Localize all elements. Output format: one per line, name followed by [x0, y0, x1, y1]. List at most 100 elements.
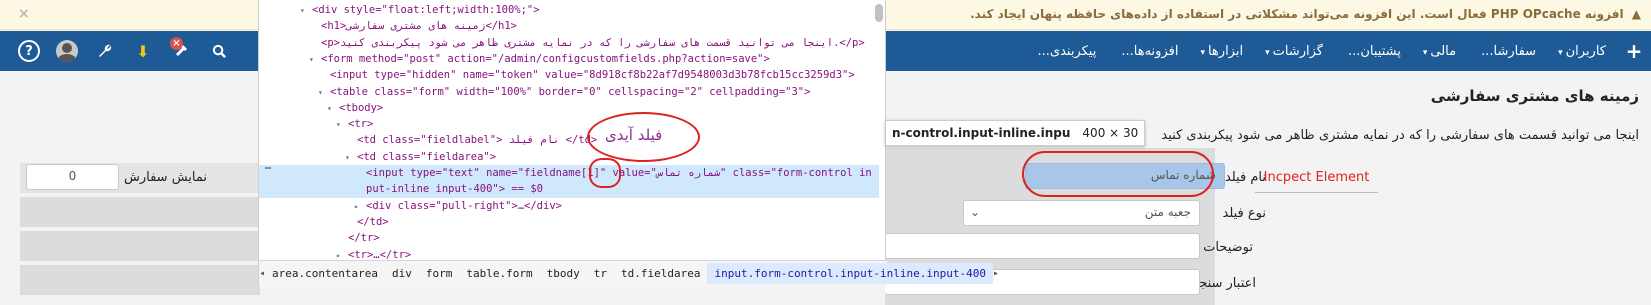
annotation-fieldid-label: فیلد آیدی — [605, 126, 663, 144]
expand-arrow-icon[interactable]: ▾ — [336, 116, 348, 133]
breadcrumb-right-arrow-icon[interactable]: ▸ — [993, 268, 999, 279]
wrench-icon — [99, 44, 112, 57]
dom-line-text: </td> — [357, 215, 389, 228]
dom-tree-line[interactable]: <input type="text" name="fieldname[1]" v… — [259, 165, 879, 182]
warning-text: افزونه PHP OPcache فعال است. این افزونه … — [970, 7, 1624, 21]
dom-tree-line[interactable]: ▾ <table class="form" width="100%" border… — [259, 84, 879, 101]
error-badge-icon: × — [170, 37, 183, 50]
dom-tree-line[interactable]: ▾ <tr> — [259, 116, 879, 133]
nav-item-label: پشتیبان... — [1347, 43, 1401, 59]
field-type-label: نوع فیلد — [1222, 206, 1267, 221]
field-type-value: جعبه متن — [1144, 205, 1191, 219]
chevron-down-icon: ⌄ — [970, 205, 981, 219]
search-button[interactable] — [200, 31, 238, 71]
dom-tree-line[interactable]: put-inline input-400"> == $0 — [259, 181, 879, 199]
nav-item-reports[interactable]: گزارشات▾ — [1254, 44, 1334, 59]
expand-arrow-icon[interactable]: ▾ — [309, 51, 321, 68]
dom-tree-line[interactable]: ▾ <tbody> — [259, 100, 879, 117]
dom-line-text: <div style="float:left;width:100%;"> — [312, 4, 540, 16]
caret-down-icon: ▾ — [1200, 47, 1205, 58]
help-icon: ? — [18, 40, 40, 62]
field-type-select[interactable]: ⌄ جعبه متن — [963, 200, 1200, 226]
nav-item-support[interactable]: پشتیبان... — [1334, 44, 1412, 59]
dom-tree-line[interactable]: <p>اینجا می توانید قسمت های سفارشی را که… — [259, 35, 879, 52]
caret-down-icon: ▾ — [1265, 47, 1270, 58]
tools-button[interactable]: × — [162, 31, 200, 71]
dom-tree-line[interactable]: <input type="hidden" name="token" value=… — [259, 67, 879, 84]
breadcrumb-item[interactable]: form — [419, 267, 460, 280]
close-warning-icon[interactable]: × — [18, 6, 30, 22]
dom-line-text: <td class="fieldlabel"> نام فیلد </td> — [357, 134, 598, 147]
nav-item-clients[interactable]: کاربران▾ — [1547, 44, 1617, 59]
dom-line-text: <div class="pull-right">…</div> — [366, 199, 562, 212]
expand-arrow-icon[interactable]: ▾ — [327, 100, 339, 117]
breadcrumb-item-current[interactable]: input.form-control.input-inline.input-40… — [707, 263, 993, 284]
avatar-button[interactable] — [48, 31, 86, 71]
dom-tree-line[interactable]: ▾ <div style="float:left;width:100%;"> — [259, 2, 879, 19]
search-icon — [212, 44, 226, 58]
wrench-button[interactable] — [86, 31, 124, 71]
warning-message: ▲ افزونه PHP OPcache فعال است. این افزون… — [970, 7, 1641, 21]
page-description: اینجا می توانید قسمت های سفارشی را که در… — [1161, 128, 1639, 143]
dom-tree-line[interactable]: ▸ <div class="pull-right">…</div> — [259, 198, 879, 215]
tooltip-size: 400 × 30 — [1082, 126, 1139, 140]
dom-tree-line[interactable]: </td> — [259, 214, 879, 231]
nav-item-label: پیکربندی... — [1037, 43, 1097, 59]
nav-item-setup[interactable]: پیکربندی... — [1024, 44, 1108, 59]
nav-item-utilities[interactable]: ابزارها▾ — [1189, 44, 1254, 59]
dom-tree-line[interactable]: ▾ <td class="fieldarea"> — [259, 149, 879, 166]
help-button[interactable]: ? — [10, 31, 48, 71]
nav-menu: + کاربران▾ سفارشا... مالی▾ پشتیبان... گز… — [1024, 31, 1651, 71]
dom-line-text: <tr>…</tr> — [348, 248, 412, 261]
nav-item-label: گزارشات — [1272, 43, 1323, 59]
inspect-element-tab[interactable]: Incpect Element — [1255, 163, 1378, 193]
annotation-circle-input — [1022, 151, 1214, 197]
dom-line-text: <tr> — [348, 118, 374, 131]
dom-tree-line[interactable]: <h1>زمینه های مشتری سفارشی</h1> — [259, 18, 879, 35]
caret-down-icon: ▾ — [1558, 47, 1563, 58]
selected-line-marker: … — [265, 160, 272, 172]
nav-item-label: افزونه‌ها... — [1121, 43, 1179, 59]
avatar — [56, 40, 78, 62]
dom-line-text: <h1>زمینه های مشتری سفارشی</h1> — [321, 20, 517, 33]
expand-arrow-icon[interactable]: ▾ — [300, 2, 312, 19]
dom-line-text: <tbody> — [339, 101, 384, 114]
left-row-bg-3 — [20, 231, 260, 261]
nav-item-label: مالی — [1430, 43, 1457, 59]
expand-arrow-icon[interactable]: ▾ — [345, 149, 357, 166]
left-row-bg-4 — [20, 265, 260, 295]
breadcrumb-item[interactable]: table.form — [459, 267, 539, 280]
inspect-tooltip: n-control.input-inline.inpu 400 × 30 — [885, 120, 1146, 146]
dom-tree-line[interactable]: ▾ <form method="post" action="/admin/conf… — [259, 51, 879, 68]
plus-icon[interactable]: + — [1617, 39, 1651, 63]
expand-arrow-icon[interactable]: ▾ — [318, 84, 330, 101]
devtools-elements-panel: ▾ <div style="float:left;width:100%;"> <h1… — [258, 0, 999, 286]
description-input[interactable] — [885, 233, 1200, 259]
display-order-label: نمایش سفارش — [124, 170, 207, 185]
dom-line-text: <p>اینجا می توانید قسمت های سفارشی را که… — [321, 36, 865, 49]
nav-item-billing[interactable]: مالی▾ — [1412, 44, 1467, 59]
nav-item-addons[interactable]: افزونه‌ها... — [1107, 44, 1189, 59]
dom-line-text: <input type="hidden" name="token" value=… — [330, 69, 855, 82]
nav-tools: ? ⬇ × — [10, 31, 238, 71]
dom-tree-line[interactable]: </tr> — [259, 230, 879, 247]
display-order-input[interactable]: 0 — [26, 164, 119, 190]
nav-item-orders[interactable]: سفارشا... — [1467, 44, 1547, 59]
description-label: توضیحات — [1203, 240, 1253, 255]
dom-line-text: </tr> — [348, 232, 380, 245]
caret-down-icon: ▾ — [1422, 47, 1428, 58]
download-button[interactable]: ⬇ — [124, 31, 162, 71]
expand-arrow-icon[interactable]: ▸ — [354, 198, 366, 215]
scrollbar-thumb[interactable] — [875, 4, 883, 22]
nav-item-label: سفارشا... — [1481, 43, 1537, 59]
breadcrumb-item[interactable]: area.contentarea — [265, 267, 385, 280]
dom-line-text: put-inline input-400"> == $0 — [366, 183, 544, 196]
dom-line-text: <form method="post" action="/admin/confi… — [321, 52, 770, 65]
breadcrumb-item[interactable]: tbody — [540, 267, 587, 280]
breadcrumb-item[interactable]: td.fieldarea — [614, 267, 707, 280]
annotation-circle-name — [589, 158, 621, 188]
dom-tree-line[interactable]: <td class="fieldlabel"> نام فیلد </td> — [259, 132, 879, 149]
breadcrumb-item[interactable]: tr — [587, 267, 614, 280]
devtools-scrollbar[interactable] — [875, 2, 883, 250]
breadcrumb-item[interactable]: div — [385, 267, 419, 280]
